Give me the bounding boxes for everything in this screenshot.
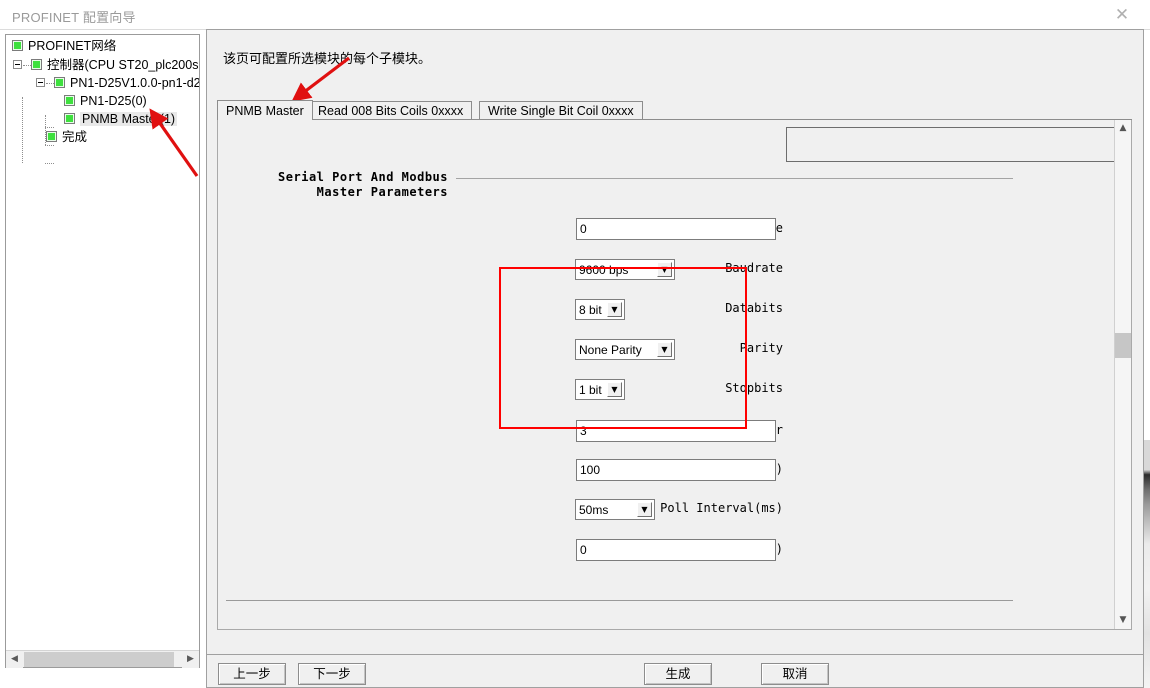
tree-expander-device[interactable] — [36, 78, 45, 87]
field-label: Databits — [725, 301, 783, 315]
tree-connector — [23, 65, 31, 66]
scroll-down-icon[interactable]: ▼ — [1115, 612, 1131, 629]
tree-connector — [22, 97, 23, 163]
field-label: Baudrate — [725, 261, 783, 275]
databits-dropdown[interactable]: 8 bit ▼ — [575, 299, 625, 320]
poll-interval-value: 50ms — [579, 502, 608, 518]
window-title: PROFINET 配置向导 — [12, 7, 136, 26]
field-slave-response-timeout: Slave Response Timeout(ms) — [218, 459, 988, 483]
chevron-down-icon[interactable]: ▼ — [657, 262, 672, 277]
next-step-button[interactable]: 下一步 — [298, 663, 366, 685]
module-icon — [46, 131, 57, 142]
field-stopbits: Stopbits 1 bit ▼ — [218, 378, 988, 402]
tree-item-label: 控制器(CPU ST20_plc200smart) — [47, 58, 199, 72]
tree-item-label: PNMB Master(1) — [80, 112, 177, 126]
close-icon[interactable]: ✕ — [1102, 4, 1142, 26]
cancel-button[interactable]: 取消 — [761, 663, 829, 685]
footer-bar: 上一步 下一步 生成 取消 — [206, 655, 1144, 688]
frame-interval-input[interactable] — [576, 539, 776, 561]
section-divider — [456, 178, 1013, 179]
title-bar: PROFINET 配置向导 ✕ — [0, 0, 1150, 30]
tree-scroll-thumb[interactable] — [24, 652, 174, 667]
tree-item-pn1-d25-0[interactable]: PN1-D25(0) — [64, 92, 147, 110]
parity-dropdown[interactable]: None Parity ▼ — [575, 339, 675, 360]
tree-item-label: PN1-D25V1.0.0-pn1-d25.dev — [70, 76, 199, 90]
top-empty-groupbox — [786, 127, 1132, 162]
tree-item-finish[interactable]: 完成 — [46, 128, 87, 146]
field-baudrate: Baudrate 9600 bps ▼ — [218, 258, 988, 282]
tree-item-controller[interactable]: 控制器(CPU ST20_plc200smart) — [31, 56, 199, 74]
scroll-right-icon[interactable]: ▶ — [182, 651, 199, 668]
chevron-down-icon[interactable]: ▼ — [607, 382, 622, 397]
module-icon — [64, 113, 75, 124]
section-title: Serial Port And Modbus Master Parameters — [268, 170, 448, 200]
scroll-up-icon[interactable]: ▲ — [1115, 120, 1131, 137]
field-max-retry-number: Max Retry Number — [218, 420, 988, 444]
module-icon — [64, 95, 75, 106]
chevron-down-icon[interactable]: ▼ — [657, 342, 672, 357]
baudrate-value: 9600 bps — [579, 262, 628, 278]
tree-item-profinet-network[interactable]: PROFINET网络 — [12, 37, 116, 55]
tree-item-label: PN1-D25(0) — [80, 94, 147, 108]
device-tree: PROFINET网络 控制器(CPU ST20_plc200smart) PN1… — [6, 35, 199, 649]
bottom-divider — [226, 600, 1013, 601]
vertical-scroll-thumb[interactable] — [1115, 333, 1131, 358]
field-label: Stopbits — [725, 381, 783, 395]
tab-write-single-bit-coil[interactable]: Write Single Bit Coil 0xxxx — [479, 101, 643, 120]
profinet-config-wizard-window: PROFINET 配置向导 ✕ PROFINET网络 控制器(CPU ST20_… — [0, 0, 1150, 688]
field-custom-baudrate: Custom Baudrate — [218, 218, 988, 242]
parameters-scroll-area: Serial Port And Modbus Master Parameters… — [217, 120, 1132, 630]
baudrate-dropdown[interactable]: 9600 bps ▼ — [575, 259, 675, 280]
tree-item-pnmb-master-1[interactable]: PNMB Master(1) — [64, 110, 177, 128]
tab-read-008-bits-coils[interactable]: Read 008 Bits Coils 0xxxx — [309, 101, 472, 120]
tab-strip: PNMB Master Read 008 Bits Coils 0xxxx Wr… — [217, 100, 1132, 120]
tree-item-label: 完成 — [62, 130, 87, 144]
module-icon — [54, 77, 65, 88]
field-databits: Databits 8 bit ▼ — [218, 298, 988, 322]
vertical-scrollbar[interactable]: ▲ ▼ — [1114, 120, 1131, 629]
field-frame-interval: Frame interval(ms) — [218, 539, 988, 563]
field-poll-interval: Poll Interval(ms) 50ms ▼ — [218, 498, 988, 522]
max-retry-number-input[interactable] — [576, 420, 776, 442]
background-strip — [1144, 440, 1150, 688]
scroll-left-icon[interactable]: ◀ — [6, 651, 23, 668]
slave-response-timeout-input[interactable] — [576, 459, 776, 481]
previous-step-button[interactable]: 上一步 — [218, 663, 286, 685]
page-hint-text: 该页可配置所选模块的每个子模块。 — [223, 48, 431, 67]
tree-expander-controller[interactable] — [13, 60, 22, 69]
chevron-down-icon[interactable]: ▼ — [607, 302, 622, 317]
device-tree-panel: PROFINET网络 控制器(CPU ST20_plc200smart) PN1… — [5, 34, 200, 668]
generate-button[interactable]: 生成 — [644, 663, 712, 685]
stopbits-value: 1 bit — [579, 382, 602, 398]
tree-connector — [46, 83, 54, 84]
stopbits-dropdown[interactable]: 1 bit ▼ — [575, 379, 625, 400]
databits-value: 8 bit — [579, 302, 602, 318]
tree-connector — [45, 163, 54, 164]
field-label: Poll Interval(ms) — [660, 501, 783, 515]
custom-baudrate-input[interactable] — [576, 218, 776, 240]
module-icon — [12, 40, 23, 51]
module-icon — [31, 59, 42, 70]
field-label: Parity — [740, 341, 783, 355]
tree-horizontal-scrollbar[interactable]: ◀ ▶ — [6, 650, 199, 667]
tree-item-pn1-d25-device[interactable]: PN1-D25V1.0.0-pn1-d25.dev — [54, 74, 199, 92]
tab-pnmb-master[interactable]: PNMB Master — [217, 100, 313, 120]
content-panel: 该页可配置所选模块的每个子模块。 PNMB Master Read 008 Bi… — [206, 29, 1144, 655]
poll-interval-dropdown[interactable]: 50ms ▼ — [575, 499, 655, 520]
chevron-down-icon[interactable]: ▼ — [637, 502, 652, 517]
field-parity: Parity None Parity ▼ — [218, 338, 988, 362]
tree-item-label: PROFINET网络 — [28, 39, 116, 53]
parity-value: None Parity — [579, 342, 642, 358]
